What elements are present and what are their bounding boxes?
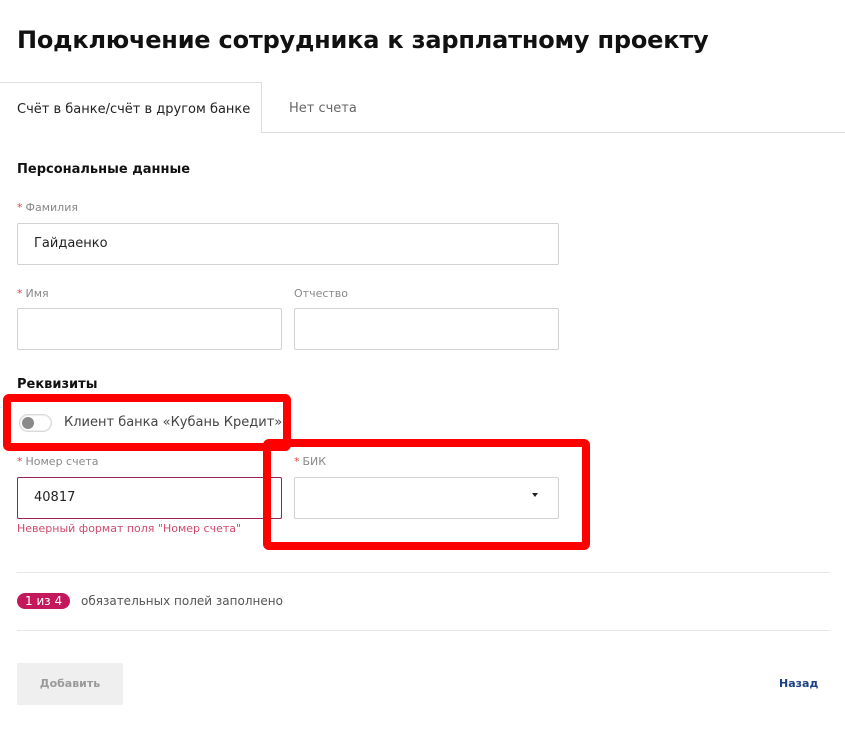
- bank-client-toggle[interactable]: [19, 414, 52, 432]
- required-mark: *: [294, 455, 300, 468]
- filled-fields-text: обязательных полей заполнено: [81, 594, 283, 608]
- account-number-label: * Номер счета: [17, 455, 99, 468]
- tab-bank-account[interactable]: Счёт в банке/счёт в другом банке: [0, 82, 262, 133]
- toggle-knob: [22, 417, 34, 429]
- divider: [17, 572, 830, 573]
- patronymic-input[interactable]: [294, 308, 559, 350]
- required-mark: *: [17, 455, 23, 468]
- filled-fields-badge: 1 из 4: [17, 593, 71, 609]
- account-number-error: Неверный формат поля "Номер счета": [17, 522, 242, 535]
- divider: [17, 630, 830, 631]
- tab-no-account[interactable]: Нет счета: [289, 101, 357, 116]
- page-title: Подключение сотрудника к зарплатному про…: [17, 26, 709, 54]
- name-label: * Имя: [17, 287, 49, 300]
- name-input[interactable]: [17, 308, 282, 350]
- personal-data-heading: Персональные данные: [17, 162, 191, 177]
- bik-label: * БИК: [294, 455, 327, 468]
- account-number-input[interactable]: 40817: [17, 477, 282, 519]
- back-link[interactable]: Назад: [779, 677, 818, 690]
- required-mark: *: [17, 201, 23, 214]
- bank-client-toggle-label: Клиент банка «Кубань Кредит»: [64, 415, 283, 430]
- surname-input[interactable]: Гайдаенко: [17, 223, 559, 265]
- add-button[interactable]: Добавить: [17, 663, 123, 705]
- required-mark: *: [17, 287, 23, 300]
- patronymic-label: Отчество: [294, 287, 349, 300]
- bik-select[interactable]: [294, 477, 559, 519]
- requisites-heading: Реквизиты: [17, 377, 98, 392]
- chevron-down-icon[interactable]: [532, 493, 538, 497]
- surname-label: * Фамилия: [17, 201, 78, 214]
